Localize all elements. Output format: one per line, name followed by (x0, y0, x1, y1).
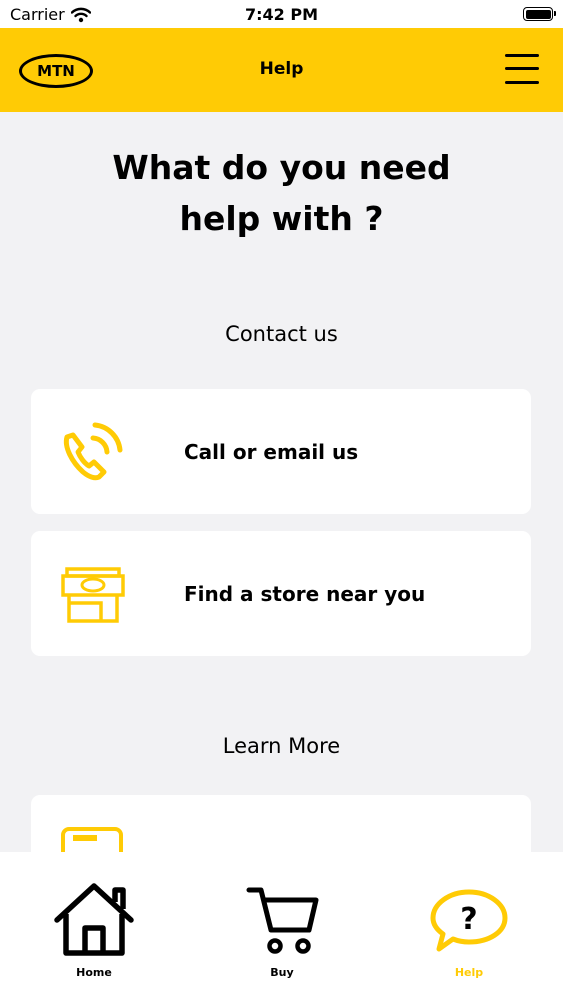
status-time: 7:42 PM (244, 5, 318, 24)
menu-icon[interactable] (505, 52, 539, 86)
document-icon (61, 827, 123, 852)
learn-section-title: Learn More (222, 734, 341, 758)
help-bubble-icon: ? (430, 889, 508, 952)
store-icon (61, 567, 125, 623)
find-store-card[interactable]: Find a store near you (31, 531, 531, 656)
help-content[interactable]: What do you need help with ? Contact us … (0, 112, 563, 852)
tab-bar: Home Buy ? Help (0, 852, 563, 1000)
battery-icon (523, 7, 556, 21)
page-title: Help (259, 59, 304, 79)
status-bar: Carrier 7:42 PM (0, 0, 563, 28)
help-heading-line2: help with ? (179, 199, 384, 238)
help-heading: What do you need help with ? (0, 142, 563, 244)
app-header: MTN Help (0, 28, 563, 112)
phone-icon (63, 422, 123, 481)
tab-buy[interactable]: Buy (188, 852, 376, 1000)
security-label: Security (184, 800, 277, 853)
tab-home[interactable]: Home (0, 852, 188, 1000)
tab-help-label: Help (454, 966, 484, 979)
tab-buy-label: Buy (270, 966, 294, 979)
security-card[interactable]: Security (31, 795, 531, 852)
tab-help[interactable]: ? Help (375, 852, 563, 1000)
svg-text:?: ? (460, 902, 477, 937)
tab-home-label: Home (76, 966, 112, 979)
cart-icon (246, 887, 319, 954)
call-email-label: Call or email us (184, 439, 359, 464)
help-heading-line1: What do you need (112, 148, 451, 187)
call-email-card[interactable]: Call or email us (31, 389, 531, 514)
contact-section-title: Contact us (225, 322, 338, 346)
home-icon (54, 883, 134, 956)
find-store-label: Find a store near you (184, 581, 426, 606)
